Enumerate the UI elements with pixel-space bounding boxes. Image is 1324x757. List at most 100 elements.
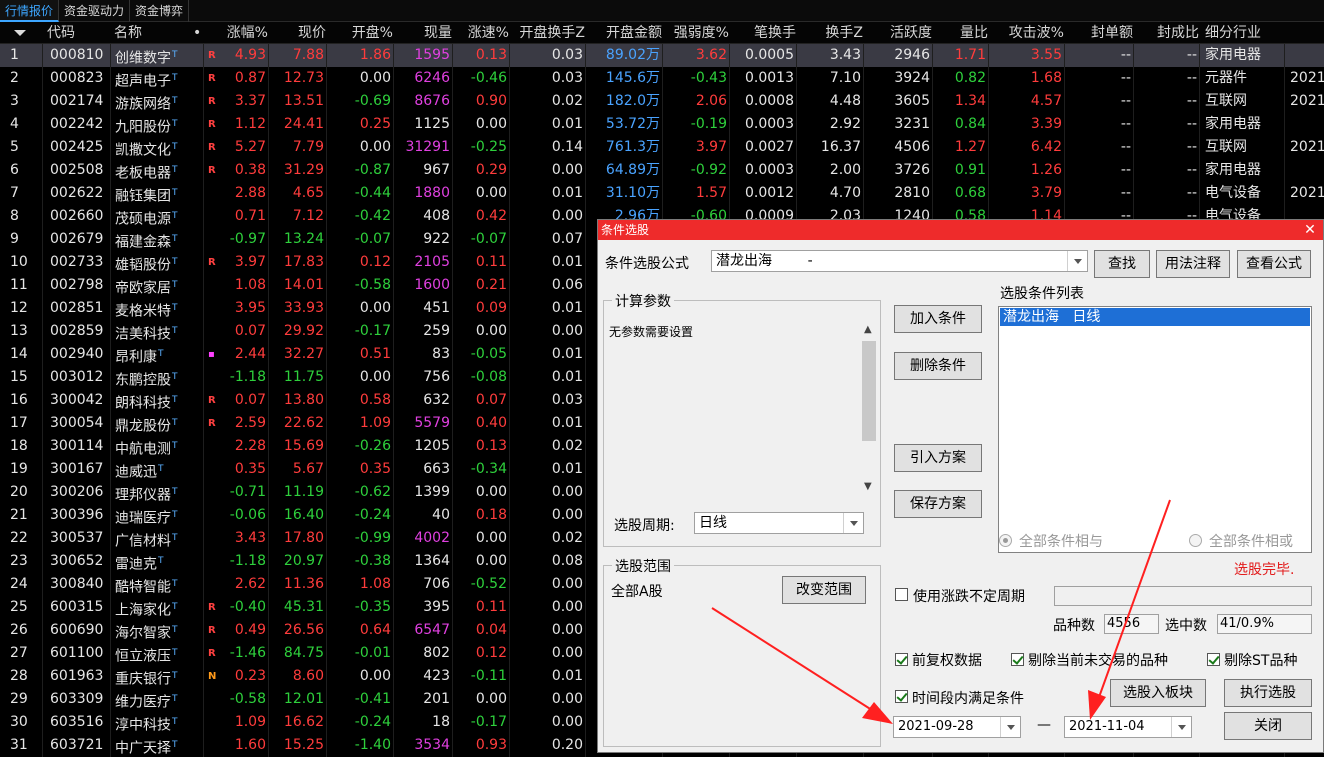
scroll-up-icon[interactable]: ▲ <box>864 324 872 335</box>
table-row[interactable]: 5 凯撒文化T R 002425 5.27 7.79 0.00 31291 -0.25 0.14 7… <box>0 136 1324 159</box>
add-to-block-button[interactable]: 选股入板块 <box>1110 679 1206 707</box>
table-row[interactable]: 2 超声电子T R 000823 0.87 12.73 0.00 6246 -0.46 0.03 1… <box>0 67 1324 90</box>
stock-name-cell[interactable]: 维力医疗T <box>115 688 195 711</box>
column-header[interactable]: 攻击波% <box>988 22 1064 44</box>
stock-name-cell[interactable]: 东鹏控股T <box>115 366 195 389</box>
stock-name-cell[interactable]: 酷特智能T <box>115 573 195 596</box>
stock-name-cell[interactable]: 凯撒文化T <box>115 136 195 159</box>
exclude-untraded-checkbox[interactable] <box>1011 653 1024 666</box>
margin-flag-icon: T <box>172 602 178 612</box>
column-header[interactable]: 细分行业 <box>1205 22 1284 44</box>
column-header[interactable]: 开盘金额 <box>585 22 662 44</box>
stock-name: 鼎龙股份 <box>115 418 171 435</box>
stock-name-cell[interactable]: 九阳股份T <box>115 113 195 136</box>
usage-note-button[interactable]: 用法注释 <box>1156 250 1230 278</box>
column-header[interactable]: 笔换手 <box>729 22 796 44</box>
sort-arrow-icon[interactable] <box>14 30 26 36</box>
chevron-down-icon[interactable] <box>1067 251 1087 271</box>
stock-name-cell[interactable]: 帝欧家居T <box>115 274 195 297</box>
table-row[interactable]: 3 游族网络T R 002174 3.37 13.51 -0.69 8676 0.90 0.02 1… <box>0 90 1324 113</box>
table-row[interactable]: 1 创维数字T R 000810 4.93 7.88 1.86 1595 0.13 0.03 89.… <box>0 44 1324 67</box>
view-formula-button[interactable]: 查看公式 <box>1237 250 1311 278</box>
stock-name-cell[interactable]: 雄韬股份T <box>115 251 195 274</box>
stock-name-cell[interactable]: 中广天择T <box>115 734 195 757</box>
column-header[interactable]: 代码 <box>47 22 110 44</box>
stock-name-cell[interactable]: 创维数字T <box>115 44 195 67</box>
cell-turn: 16.37 <box>820 139 861 155</box>
stock-name-cell[interactable]: 昂利康T <box>115 343 195 366</box>
stock-name-cell[interactable]: 洁美科技T <box>115 320 195 343</box>
stock-name-cell[interactable]: 中航电测T <box>115 435 195 458</box>
date-to-select[interactable]: 2021-11-04 <box>1064 716 1192 738</box>
column-header[interactable]: • <box>193 22 203 44</box>
stock-name: 麦格米特 <box>115 303 171 320</box>
stock-name-cell[interactable]: 鼎龙股份T <box>115 412 195 435</box>
table-row[interactable]: 4 九阳股份T R 002242 1.12 24.41 0.25 1125 0.00 0.01 53… <box>0 113 1324 136</box>
time-range-checkbox[interactable] <box>895 690 908 703</box>
change-scope-button[interactable]: 改变范围 <box>782 576 866 604</box>
stock-name-cell[interactable]: 麦格米特T <box>115 297 195 320</box>
column-header[interactable]: 名称 <box>114 22 186 44</box>
close-icon[interactable]: ✕ <box>1303 220 1317 240</box>
tab-fund-game[interactable]: 资金博弈 <box>130 0 190 22</box>
stock-name-cell[interactable]: 理邦仪器T <box>115 481 195 504</box>
column-header[interactable]: 量比 <box>932 22 988 44</box>
stock-name-cell[interactable]: 游族网络T <box>115 90 195 113</box>
stock-name-cell[interactable]: 超声电子T <box>115 67 195 90</box>
table-row[interactable]: 7 融钰集团T 002622 2.88 4.65 -0.44 1880 0.00 0.01 31.… <box>0 182 1324 205</box>
table-row[interactable]: 6 老板电器T R 002508 0.38 31.29 -0.87 967 0.29 0.00 64… <box>0 159 1324 182</box>
chevron-down-icon[interactable] <box>1171 717 1191 737</box>
stock-name-cell[interactable]: 福建金森T <box>115 228 195 251</box>
tab-quotes[interactable]: 行情报价 <box>0 0 60 22</box>
column-header[interactable]: 涨幅% <box>203 22 268 44</box>
column-header[interactable]: 强弱度% <box>662 22 729 44</box>
chevron-down-icon[interactable] <box>843 513 863 533</box>
column-header[interactable]: 开盘% <box>326 22 393 44</box>
execute-select-button[interactable]: 执行选股 <box>1224 679 1312 707</box>
stock-name-cell[interactable]: 雷迪克T <box>115 550 195 573</box>
stock-name-cell[interactable]: 淳中科技T <box>115 711 195 734</box>
condition-list-item[interactable]: 潜龙出海 日线 <box>1000 308 1310 326</box>
column-header[interactable]: 换手Z <box>796 22 863 44</box>
add-condition-button[interactable]: 加入条件 <box>894 305 982 333</box>
stock-name-cell[interactable]: 茂硕电源T <box>115 205 195 228</box>
tab-fund-drive[interactable]: 资金驱动力 <box>59 0 131 22</box>
stock-name-cell[interactable]: 融钰集团T <box>115 182 195 205</box>
stock-name-cell[interactable]: 海尔智家T <box>115 619 195 642</box>
indef-period-checkbox[interactable] <box>895 588 908 601</box>
exclude-st-checkbox[interactable] <box>1207 653 1220 666</box>
column-header[interactable]: 活跃度 <box>863 22 932 44</box>
radio-and[interactable] <box>999 534 1012 547</box>
column-header[interactable]: 封单额 <box>1064 22 1133 44</box>
stock-name-cell[interactable]: 迪瑞医疗T <box>115 504 195 527</box>
formula-select[interactable]: 潜龙出海 - <box>711 250 1088 272</box>
column-header[interactable]: 开盘换手Z <box>509 22 585 44</box>
stock-name-cell[interactable]: 重庆银行T <box>115 665 195 688</box>
period-select[interactable]: 日线 <box>694 512 864 534</box>
close-dialog-button[interactable]: 关闭 <box>1224 712 1312 740</box>
scroll-down-icon[interactable]: ▼ <box>864 481 872 492</box>
delete-condition-button[interactable]: 删除条件 <box>894 352 982 380</box>
column-header[interactable]: 封成比 <box>1133 22 1199 44</box>
adj-data-checkbox[interactable] <box>895 653 908 666</box>
scroll-thumb[interactable] <box>862 341 876 441</box>
column-header[interactable]: 涨速% <box>452 22 509 44</box>
stock-name-cell[interactable]: 朗科科技T <box>115 389 195 412</box>
stock-name-cell[interactable]: 恒立液压T <box>115 642 195 665</box>
stock-name-cell[interactable]: 广信材料T <box>115 527 195 550</box>
stock-name-cell[interactable]: 上海家化T <box>115 596 195 619</box>
cell-oturn: 0.01 <box>551 300 583 316</box>
column-header[interactable]: 现价 <box>268 22 326 44</box>
radio-or[interactable] <box>1189 534 1202 547</box>
column-header[interactable]: 现量 <box>393 22 452 44</box>
cell-act: 2810 <box>894 185 930 201</box>
condition-list[interactable]: 潜龙出海 日线 <box>998 306 1312 553</box>
import-plan-button[interactable]: 引入方案 <box>894 444 982 472</box>
stock-name-cell[interactable]: 老板电器T <box>115 159 195 182</box>
date-from-select[interactable]: 2021-09-28 <box>893 716 1021 738</box>
save-plan-button[interactable]: 保存方案 <box>894 490 982 518</box>
params-scrollbar[interactable]: ▲ ▼ <box>860 321 878 498</box>
stock-name-cell[interactable]: 迪威迅T <box>115 458 195 481</box>
chevron-down-icon[interactable] <box>1000 717 1020 737</box>
find-button[interactable]: 查找 <box>1094 250 1150 278</box>
